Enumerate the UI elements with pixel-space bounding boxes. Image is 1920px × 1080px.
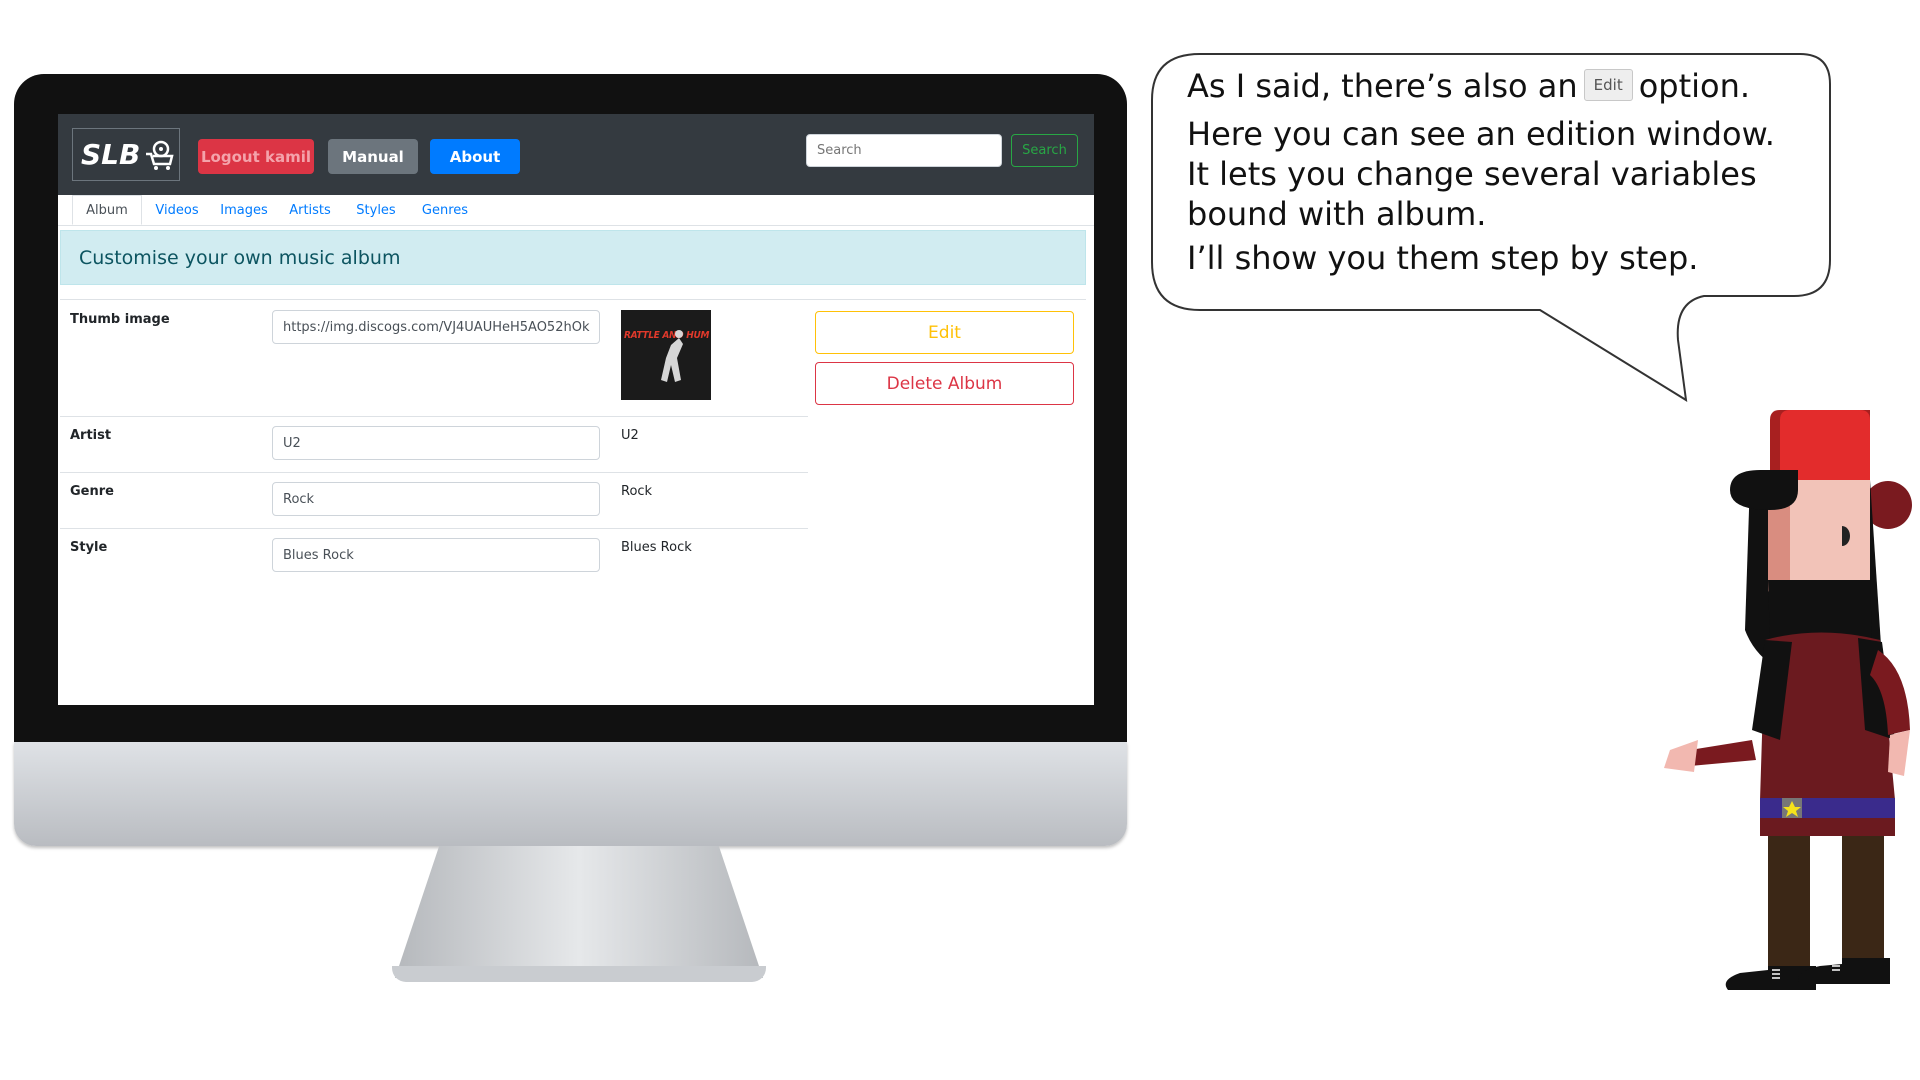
bubble-line-1: As I said, there’s also an Edit option. [1187,66,1837,106]
row-divider [60,299,1086,300]
row-divider [60,416,808,417]
row-divider [60,528,808,529]
brand-logo[interactable]: SLB [72,128,180,181]
cap [1780,410,1870,480]
bubble-line-3: It lets you change several variables [1187,155,1757,193]
monitor-chin [14,742,1127,846]
thumb-image-label: Thumb image [70,312,170,327]
artist-label: Artist [70,428,112,443]
tab-genres[interactable]: Genres [410,195,480,225]
search-button[interactable]: Search [1011,134,1078,167]
cart-icon [146,140,174,170]
tab-artists[interactable]: Artists [278,195,342,225]
tab-videos[interactable]: Videos [144,195,210,225]
genre-input[interactable]: Rock [272,482,600,516]
row-divider [60,472,808,473]
artist-value: U2 [621,428,639,443]
page-title-alert: Customise your own music album [60,230,1086,285]
genre-label: Genre [70,484,114,499]
inline-edit-button-sample: Edit [1583,69,1633,101]
thumb-image-input[interactable]: https://img.discogs.com/VJ4UAUHeH5AO52hO… [272,310,600,344]
belt [1760,798,1895,818]
album-cover-image: RATTLE AND HUM [621,310,711,400]
bubble-line-2: Here you can see an edition window. [1187,115,1775,153]
style-value: Blues Rock [621,540,692,555]
tab-styles[interactable]: Styles [344,195,408,225]
edit-button[interactable]: Edit [815,311,1074,354]
right-shoe [1798,958,1890,984]
navbar: SLB Logout kamil Manual About Search [58,114,1094,195]
app-screen: SLB Logout kamil Manual About Search Alb… [58,114,1094,705]
tab-images[interactable]: Images [212,195,276,225]
logout-button[interactable]: Logout kamil [198,139,314,174]
brand-text: SLB [81,138,141,171]
left-leg [1768,836,1810,966]
search-input[interactable] [806,134,1002,167]
left-hand [1664,740,1698,772]
album-cover-figure [661,330,683,382]
monitor-base [392,966,766,982]
right-leg [1842,836,1884,966]
bubble-line-4: bound with album. [1187,195,1487,233]
manual-button[interactable]: Manual [328,139,418,174]
bubble-line-1-after: option. [1638,67,1751,105]
guide-character [1664,410,1912,990]
tab-bar: Album Videos Images Artists Styles Genre… [58,195,1094,226]
artist-input[interactable]: U2 [272,426,600,460]
about-button[interactable]: About [430,139,520,174]
bubble-line-1-before: As I said, there’s also an [1187,67,1578,105]
right-hand [1888,730,1910,776]
style-input[interactable]: Blues Rock [272,538,600,572]
bubble-line-5: I’ll show you them step by step. [1187,239,1699,277]
delete-album-button[interactable]: Delete Album [815,362,1074,405]
genre-value: Rock [621,484,653,499]
speech-bubble-text: As I said, there’s also an Edit option. He… [1187,66,1837,278]
left-arm [1690,740,1756,766]
tab-album[interactable]: Album [72,195,142,225]
monitor-stand [395,846,763,978]
style-label: Style [70,540,108,555]
shirt-hem [1760,818,1895,836]
cap-visor [1730,470,1798,510]
